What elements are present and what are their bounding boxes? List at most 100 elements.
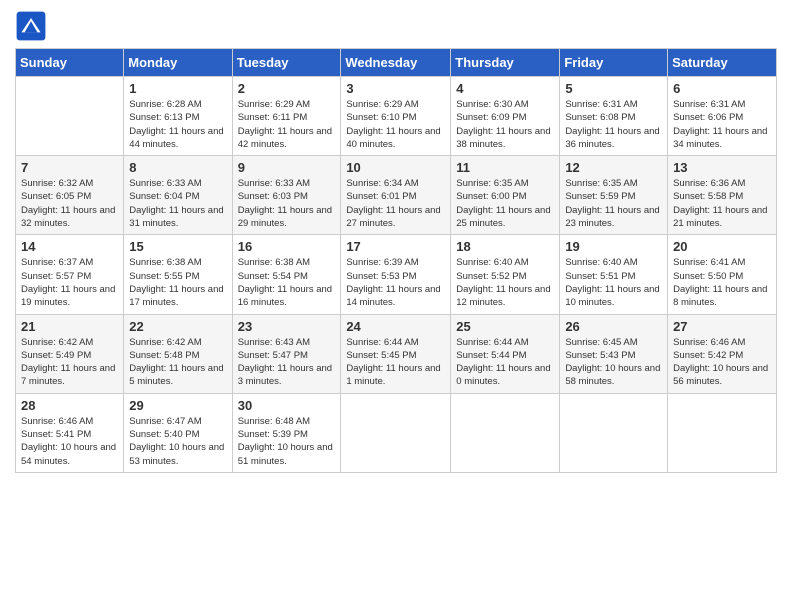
day-info: Sunrise: 6:43 AMSunset: 5:47 PMDaylight:…: [238, 336, 336, 389]
day-info: Sunrise: 6:48 AMSunset: 5:39 PMDaylight:…: [238, 415, 336, 468]
day-info: Sunrise: 6:31 AMSunset: 6:06 PMDaylight:…: [673, 98, 771, 151]
day-number: 9: [238, 160, 336, 175]
day-info: Sunrise: 6:29 AMSunset: 6:10 PMDaylight:…: [346, 98, 445, 151]
logo-icon: [15, 10, 47, 42]
calendar-week-row: 1Sunrise: 6:28 AMSunset: 6:13 PMDaylight…: [16, 77, 777, 156]
day-info: Sunrise: 6:46 AMSunset: 5:41 PMDaylight:…: [21, 415, 118, 468]
day-info: Sunrise: 6:33 AMSunset: 6:04 PMDaylight:…: [129, 177, 226, 230]
day-info: Sunrise: 6:32 AMSunset: 6:05 PMDaylight:…: [21, 177, 118, 230]
day-number: 4: [456, 81, 554, 96]
day-number: 19: [565, 239, 662, 254]
calendar-cell: 19 Sunrise: 6:40 AMSunset: 5:51 PMDayligh…: [560, 235, 668, 314]
day-number: 6: [673, 81, 771, 96]
calendar-cell: 8Sunrise: 6:33 AMSunset: 6:04 PMDaylight…: [124, 156, 232, 235]
calendar-table: SundayMondayTuesdayWednesdayThursdayFrid…: [15, 48, 777, 473]
day-number: 12: [565, 160, 662, 175]
calendar-cell: [451, 393, 560, 472]
day-info: Sunrise: 6:42 AMSunset: 5:48 PMDaylight:…: [129, 336, 226, 389]
day-number: 22: [129, 319, 226, 334]
calendar-cell: 7 Sunrise: 6:32 AMSunset: 6:05 PMDaylight…: [16, 156, 124, 235]
day-info: Sunrise: 6:47 AMSunset: 5:40 PMDaylight:…: [129, 415, 226, 468]
calendar-header-row: SundayMondayTuesdayWednesdayThursdayFrid…: [16, 49, 777, 77]
calendar-cell: 2 Sunrise: 6:29 AMSunset: 6:11 PMDaylight…: [232, 77, 341, 156]
day-number: 29: [129, 398, 226, 413]
day-number: 5: [565, 81, 662, 96]
day-number: 21: [21, 319, 118, 334]
calendar-cell: 16 Sunrise: 6:38 AMSunset: 5:54 PMDayligh…: [232, 235, 341, 314]
day-number: 15: [129, 239, 226, 254]
day-info: Sunrise: 6:33 AMSunset: 6:03 PMDaylight:…: [238, 177, 336, 230]
day-number: 13: [673, 160, 771, 175]
day-number: 26: [565, 319, 662, 334]
calendar-week-row: 14 Sunrise: 6:37 AMSunset: 5:57 PMDayligh…: [16, 235, 777, 314]
day-info: Sunrise: 6:36 AMSunset: 5:58 PMDaylight:…: [673, 177, 771, 230]
calendar-cell: 13 Sunrise: 6:36 AMSunset: 5:58 PMDayligh…: [668, 156, 777, 235]
calendar-cell: 20Sunrise: 6:41 AMSunset: 5:50 PMDayligh…: [668, 235, 777, 314]
calendar-cell: [341, 393, 451, 472]
day-info: Sunrise: 6:31 AMSunset: 6:08 PMDaylight:…: [565, 98, 662, 151]
weekday-header-thursday: Thursday: [451, 49, 560, 77]
day-info: Sunrise: 6:38 AMSunset: 5:54 PMDaylight:…: [238, 256, 336, 309]
day-number: 10: [346, 160, 445, 175]
day-number: 2: [238, 81, 336, 96]
day-number: 17: [346, 239, 445, 254]
day-info: Sunrise: 6:29 AMSunset: 6:11 PMDaylight:…: [238, 98, 336, 151]
calendar-week-row: 21 Sunrise: 6:42 AMSunset: 5:49 PMDayligh…: [16, 314, 777, 393]
calendar-cell: [668, 393, 777, 472]
day-number: 23: [238, 319, 336, 334]
calendar-cell: 17 Sunrise: 6:39 AMSunset: 5:53 PMDayligh…: [341, 235, 451, 314]
calendar-cell: 30 Sunrise: 6:48 AMSunset: 5:39 PMDayligh…: [232, 393, 341, 472]
calendar-cell: 3Sunrise: 6:29 AMSunset: 6:10 PMDaylight…: [341, 77, 451, 156]
day-number: 16: [238, 239, 336, 254]
day-number: 7: [21, 160, 118, 175]
day-info: Sunrise: 6:46 AMSunset: 5:42 PMDaylight:…: [673, 336, 771, 389]
day-info: Sunrise: 6:45 AMSunset: 5:43 PMDaylight:…: [565, 336, 662, 389]
day-number: 25: [456, 319, 554, 334]
calendar-cell: 25 Sunrise: 6:44 AMSunset: 5:44 PMDayligh…: [451, 314, 560, 393]
day-info: Sunrise: 6:44 AMSunset: 5:44 PMDaylight:…: [456, 336, 554, 389]
calendar-cell: 22 Sunrise: 6:42 AMSunset: 5:48 PMDayligh…: [124, 314, 232, 393]
calendar-cell: 24 Sunrise: 6:44 AMSunset: 5:45 PMDayligh…: [341, 314, 451, 393]
day-info: Sunrise: 6:40 AMSunset: 5:51 PMDaylight:…: [565, 256, 662, 309]
day-info: Sunrise: 6:30 AMSunset: 6:09 PMDaylight:…: [456, 98, 554, 151]
calendar-week-row: 7 Sunrise: 6:32 AMSunset: 6:05 PMDaylight…: [16, 156, 777, 235]
page-header: [15, 10, 777, 42]
calendar-cell: 28 Sunrise: 6:46 AMSunset: 5:41 PMDayligh…: [16, 393, 124, 472]
day-info: Sunrise: 6:42 AMSunset: 5:49 PMDaylight:…: [21, 336, 118, 389]
calendar-week-row: 28 Sunrise: 6:46 AMSunset: 5:41 PMDayligh…: [16, 393, 777, 472]
calendar-cell: 10 Sunrise: 6:34 AMSunset: 6:01 PMDayligh…: [341, 156, 451, 235]
calendar-cell: 12 Sunrise: 6:35 AMSunset: 5:59 PMDayligh…: [560, 156, 668, 235]
weekday-header-wednesday: Wednesday: [341, 49, 451, 77]
day-number: 27: [673, 319, 771, 334]
weekday-header-friday: Friday: [560, 49, 668, 77]
calendar-cell: 26 Sunrise: 6:45 AMSunset: 5:43 PMDayligh…: [560, 314, 668, 393]
day-number: 20: [673, 239, 771, 254]
calendar-cell: 9 Sunrise: 6:33 AMSunset: 6:03 PMDaylight…: [232, 156, 341, 235]
day-number: 24: [346, 319, 445, 334]
day-info: Sunrise: 6:37 AMSunset: 5:57 PMDaylight:…: [21, 256, 118, 309]
calendar-cell: 18Sunrise: 6:40 AMSunset: 5:52 PMDayligh…: [451, 235, 560, 314]
calendar-cell: 21 Sunrise: 6:42 AMSunset: 5:49 PMDayligh…: [16, 314, 124, 393]
day-info: Sunrise: 6:35 AMSunset: 6:00 PMDaylight:…: [456, 177, 554, 230]
weekday-header-saturday: Saturday: [668, 49, 777, 77]
calendar-cell: 27 Sunrise: 6:46 AMSunset: 5:42 PMDayligh…: [668, 314, 777, 393]
weekday-header-sunday: Sunday: [16, 49, 124, 77]
day-number: 28: [21, 398, 118, 413]
day-info: Sunrise: 6:34 AMSunset: 6:01 PMDaylight:…: [346, 177, 445, 230]
day-number: 30: [238, 398, 336, 413]
calendar-cell: 23 Sunrise: 6:43 AMSunset: 5:47 PMDayligh…: [232, 314, 341, 393]
calendar-cell: 4 Sunrise: 6:30 AMSunset: 6:09 PMDaylight…: [451, 77, 560, 156]
logo: [15, 10, 51, 42]
calendar-cell: 29 Sunrise: 6:47 AMSunset: 5:40 PMDayligh…: [124, 393, 232, 472]
calendar-cell: 15Sunrise: 6:38 AMSunset: 5:55 PMDayligh…: [124, 235, 232, 314]
day-info: Sunrise: 6:44 AMSunset: 5:45 PMDaylight:…: [346, 336, 445, 389]
calendar-cell: 11 Sunrise: 6:35 AMSunset: 6:00 PMDayligh…: [451, 156, 560, 235]
day-info: Sunrise: 6:40 AMSunset: 5:52 PMDaylight:…: [456, 256, 554, 309]
day-info: Sunrise: 6:39 AMSunset: 5:53 PMDaylight:…: [346, 256, 445, 309]
day-number: 11: [456, 160, 554, 175]
calendar-cell: 1Sunrise: 6:28 AMSunset: 6:13 PMDaylight…: [124, 77, 232, 156]
calendar-cell: [16, 77, 124, 156]
calendar-cell: 6 Sunrise: 6:31 AMSunset: 6:06 PMDaylight…: [668, 77, 777, 156]
day-number: 14: [21, 239, 118, 254]
day-info: Sunrise: 6:35 AMSunset: 5:59 PMDaylight:…: [565, 177, 662, 230]
